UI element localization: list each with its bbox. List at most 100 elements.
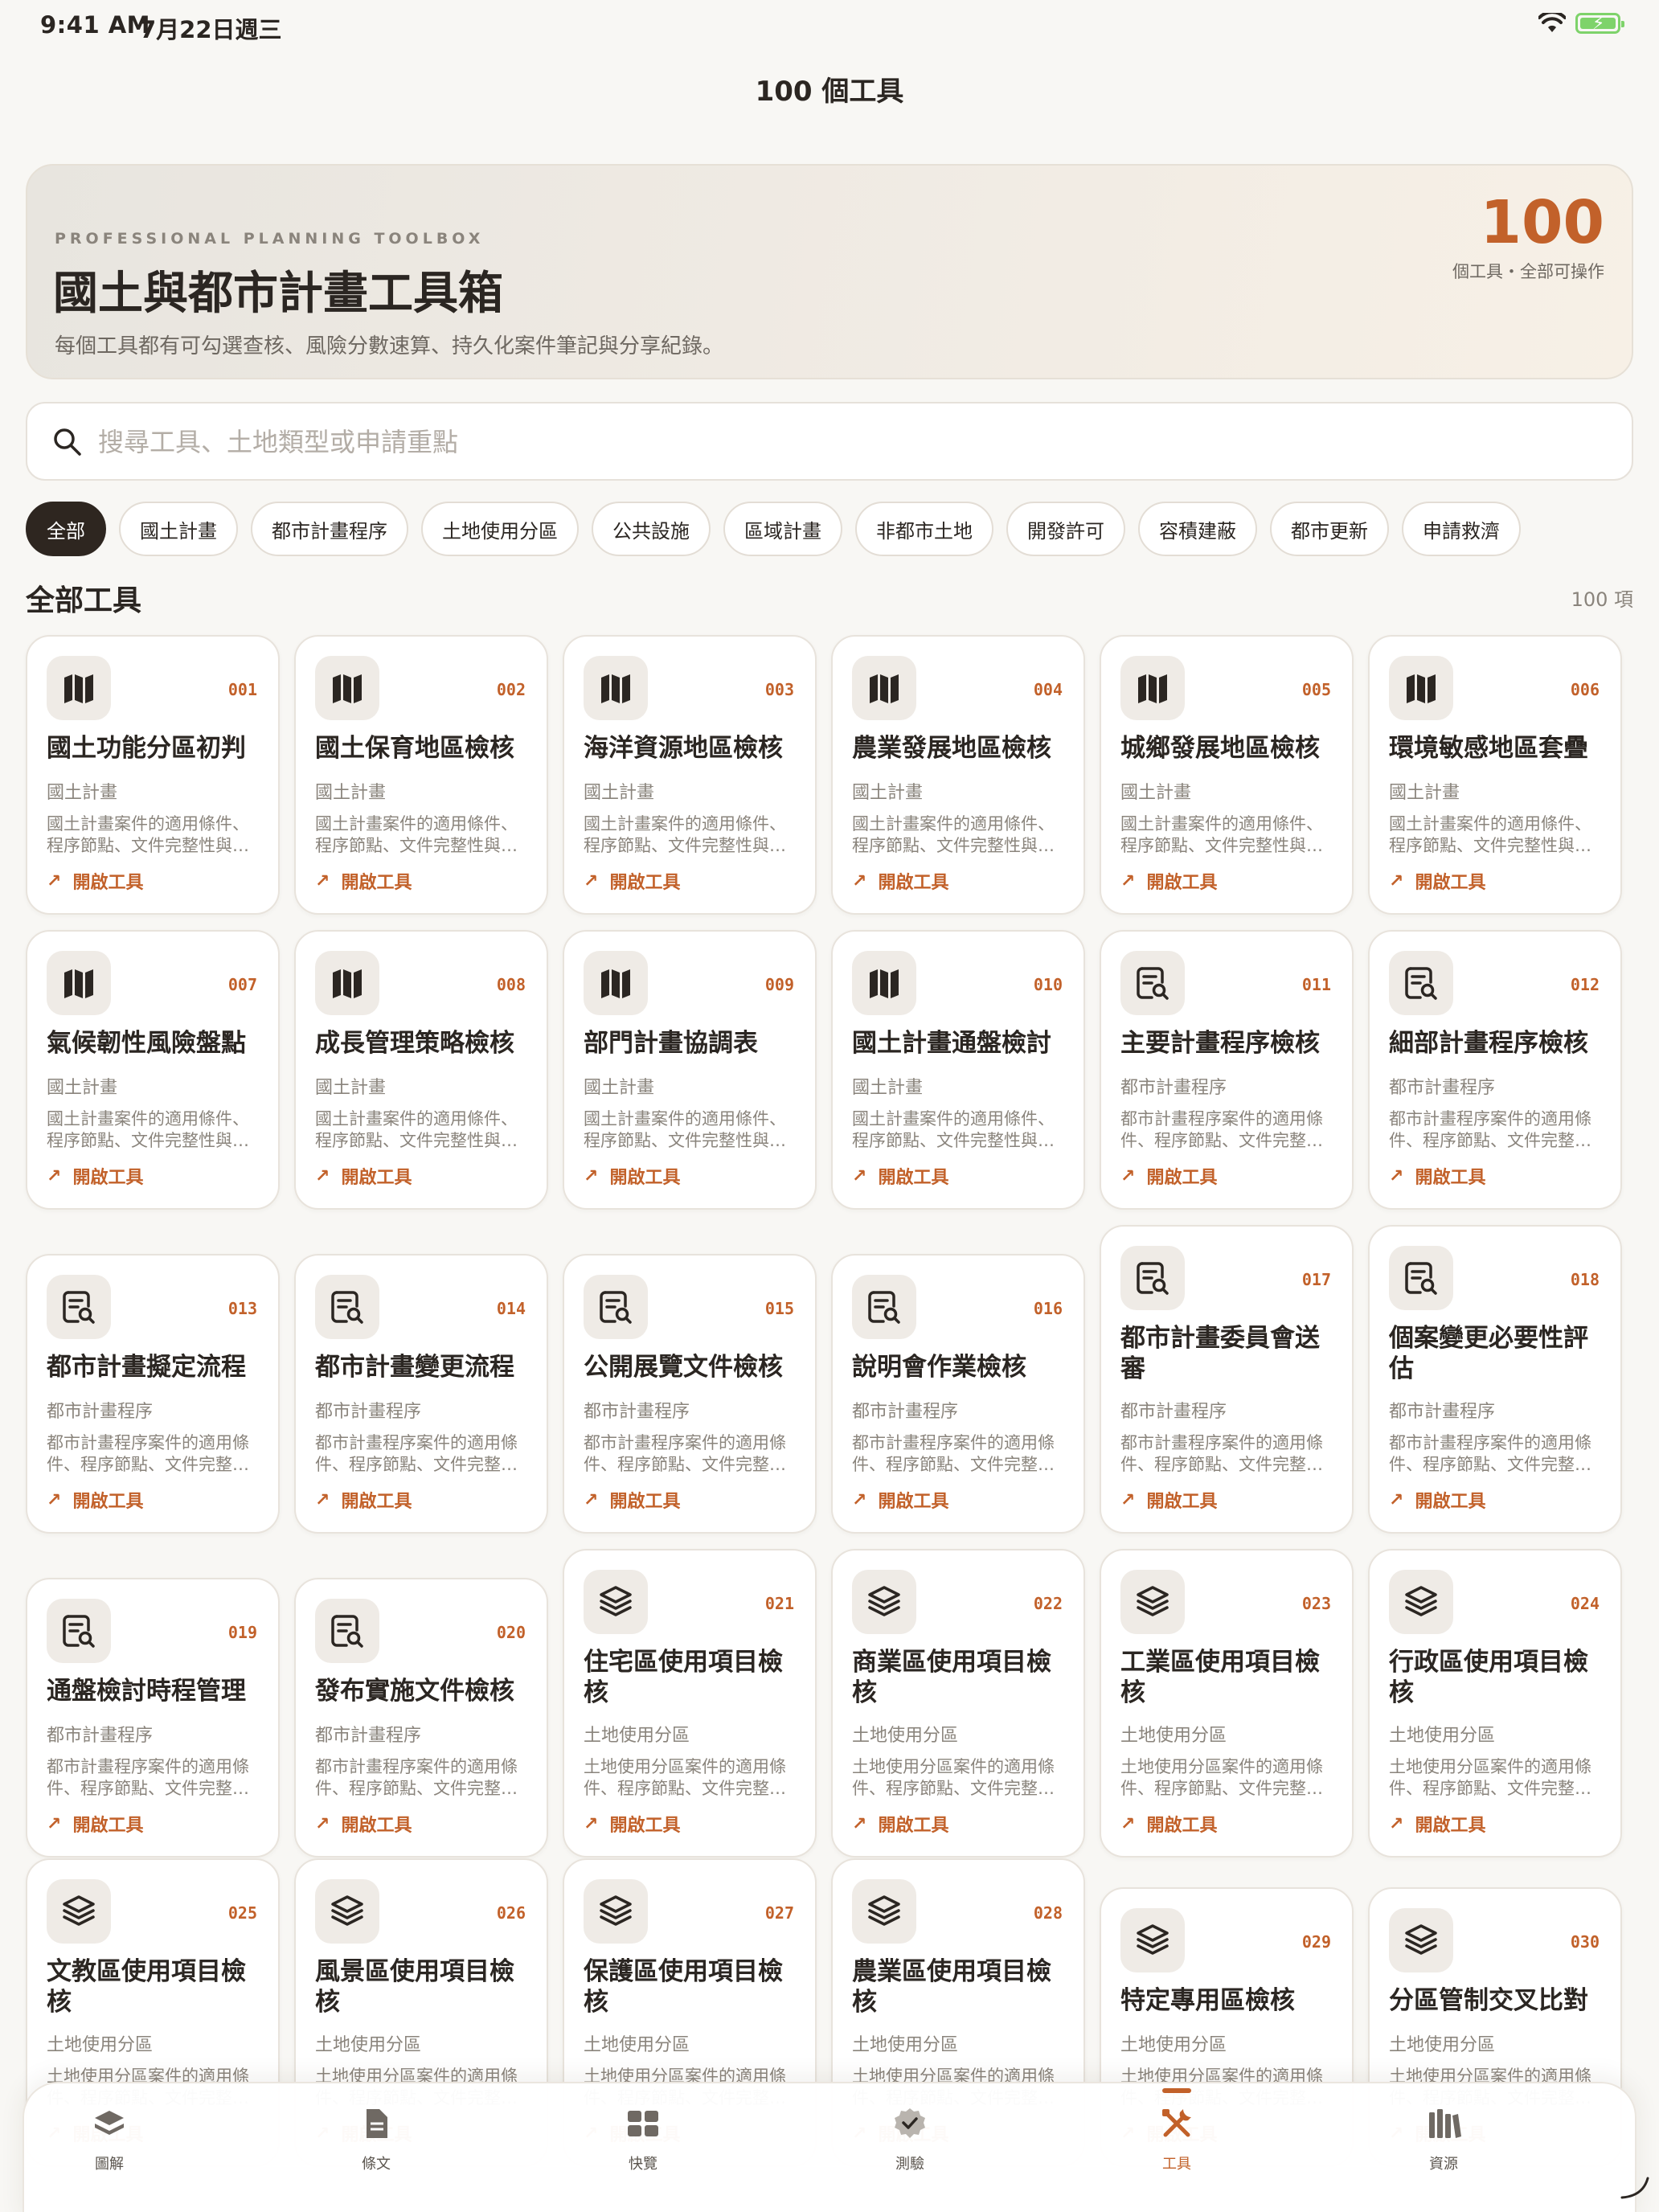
tool-description: 土地使用分區案件的適用條件、程序節點、文件完整… [1120, 1757, 1323, 1798]
filter-chip[interactable]: 區域計畫 [723, 502, 842, 556]
tool-card[interactable]: 007 氣候韌性風險盤點 國土計畫 國土計畫案件的適用條件、程序節點、文件完整性與… ↗… [26, 930, 280, 1210]
tool-card[interactable]: 019 通盤檢討時程管理 都市計畫程序 都市計畫程序案件的適用條件、程序節點、文件完整… [26, 1578, 280, 1858]
tool-card[interactable]: 012 細部計畫程序檢核 都市計畫程序 都市計畫程序案件的適用條件、程序節點、文件完整… [1368, 930, 1622, 1210]
doc-search-icon [584, 1275, 648, 1339]
status-bar: 9:41 AM 7月22日週三 ⚡ [0, 0, 1659, 51]
open-tool-link[interactable]: ↗ 開啟工具 [1389, 1811, 1485, 1837]
open-tool-link[interactable]: ↗ 開啟工具 [315, 1811, 412, 1837]
tool-card[interactable]: 023 工業區使用項目檢核 土地使用分區 土地使用分區案件的適用條件、程序節點、文件完… [1100, 1549, 1354, 1858]
open-tool-link[interactable]: ↗ 開啟工具 [47, 1811, 143, 1837]
arrow-up-right-icon: ↗ [315, 1165, 330, 1186]
open-tool-link[interactable]: ↗ 開啟工具 [852, 1811, 948, 1837]
open-tool-link[interactable]: ↗ 開啟工具 [315, 868, 412, 894]
map-icon [315, 656, 379, 720]
layers-icon [852, 1570, 916, 1634]
open-tool-link[interactable]: ↗ 開啟工具 [852, 868, 948, 894]
hero-subtitle: 每個工具都有可勾選查核、風險分數速算、持久化案件筆記與分享紀錄。 [55, 334, 724, 358]
tool-title: 部門計畫協調表 [584, 1029, 758, 1058]
tab-check-badge[interactable]: 測驗 [854, 2106, 966, 2173]
tool-card[interactable]: 014 都市計畫變更流程 都市計畫程序 都市計畫程序案件的適用條件、程序節點、文件完整… [294, 1254, 548, 1534]
open-tool-label: 開啟工具 [72, 1492, 144, 1512]
layers-icon [584, 1879, 648, 1944]
tab-books[interactable]: 資源 [1387, 2106, 1500, 2173]
filter-chip[interactable]: 都市更新 [1270, 502, 1389, 556]
open-tool-link[interactable]: ↗ 開啟工具 [852, 1163, 948, 1189]
open-tool-label: 開啟工具 [609, 873, 681, 893]
tab-stack[interactable]: 圖解 [53, 2106, 166, 2173]
tool-number: 028 [1033, 1903, 1063, 1923]
open-tool-link[interactable]: ↗ 開啟工具 [584, 868, 680, 894]
tool-card[interactable]: 003 海洋資源地區檢核 國土計畫 國土計畫案件的適用條件、程序節點、文件完整性與… ↗… [563, 635, 817, 915]
tab-document[interactable]: 條文 [320, 2106, 432, 2173]
open-tool-link[interactable]: ↗ 開啟工具 [47, 868, 143, 894]
tool-count-label: 個工具・全部可操作 [1452, 262, 1604, 281]
tool-description: 土地使用分區案件的適用條件、程序節點、文件完整… [1389, 1757, 1591, 1798]
tool-description: 國土計畫案件的適用條件、程序節點、文件完整性與… [47, 1109, 249, 1150]
filter-chip[interactable]: 全部 [26, 502, 106, 556]
tool-card[interactable]: 024 行政區使用項目檢核 土地使用分區 土地使用分區案件的適用條件、程序節點、文件完… [1368, 1549, 1622, 1858]
open-tool-link[interactable]: ↗ 開啟工具 [1120, 1487, 1217, 1513]
tool-category: 國土計畫 [584, 783, 655, 803]
search-input[interactable] [98, 421, 1609, 463]
tool-number: 027 [764, 1903, 794, 1923]
tool-category: 國土計畫 [47, 783, 118, 803]
arrow-up-right-icon: ↗ [584, 1489, 599, 1510]
tool-category: 土地使用分區 [584, 1726, 690, 1746]
tool-card[interactable]: 002 國土保育地區檢核 國土計畫 國土計畫案件的適用條件、程序節點、文件完整性與… ↗… [294, 635, 548, 915]
tool-card[interactable]: 013 都市計畫擬定流程 都市計畫程序 都市計畫程序案件的適用條件、程序節點、文件完整… [26, 1254, 280, 1534]
tool-card[interactable]: 004 農業發展地區檢核 國土計畫 國土計畫案件的適用條件、程序節點、文件完整性與… ↗… [831, 635, 1085, 915]
open-tool-link[interactable]: ↗ 開啟工具 [1389, 1487, 1485, 1513]
open-tool-link[interactable]: ↗ 開啟工具 [1120, 1163, 1217, 1189]
tool-number: 008 [496, 975, 526, 994]
map-icon [315, 951, 379, 1015]
open-tool-link[interactable]: ↗ 開啟工具 [1120, 1811, 1217, 1837]
open-tool-link[interactable]: ↗ 開啟工具 [1120, 868, 1217, 894]
tool-description: 都市計畫程序案件的適用條件、程序節點、文件完整… [47, 1433, 249, 1474]
open-tool-link[interactable]: ↗ 開啟工具 [1389, 868, 1485, 894]
tool-card[interactable]: 020 發布實施文件檢核 都市計畫程序 都市計畫程序案件的適用條件、程序節點、文件完整… [294, 1578, 548, 1858]
tool-description: 土地使用分區案件的適用條件、程序節點、文件完整… [584, 1757, 786, 1798]
filter-chip[interactable]: 土地使用分區 [421, 502, 579, 556]
open-tool-link[interactable]: ↗ 開啟工具 [852, 1487, 948, 1513]
filter-chip[interactable]: 申請救濟 [1402, 502, 1521, 556]
tool-card[interactable]: 006 環境敏感地區套疊 國土計畫 國土計畫案件的適用條件、程序節點、文件完整性與… ↗… [1368, 635, 1622, 915]
tool-card[interactable]: 018 個案變更必要性評估 都市計畫程序 都市計畫程序案件的適用條件、程序節點、文件完… [1368, 1225, 1622, 1534]
filter-chip[interactable]: 國土計畫 [119, 502, 238, 556]
tab-grid[interactable]: 快覽 [587, 2106, 699, 2173]
tool-description: 國土計畫案件的適用條件、程序節點、文件完整性與… [1120, 814, 1323, 855]
open-tool-link[interactable]: ↗ 開啟工具 [1389, 1163, 1485, 1189]
tool-card[interactable]: 001 國土功能分區初判 國土計畫 國土計畫案件的適用條件、程序節點、文件完整性與… ↗… [26, 635, 280, 915]
open-tool-link[interactable]: ↗ 開啟工具 [584, 1811, 680, 1837]
tool-card[interactable]: 005 城鄉發展地區檢核 國土計畫 國土計畫案件的適用條件、程序節點、文件完整性與… ↗… [1100, 635, 1354, 915]
open-tool-link[interactable]: ↗ 開啟工具 [315, 1487, 412, 1513]
tool-card[interactable]: 010 國土計畫通盤檢討 國土計畫 國土計畫案件的適用條件、程序節點、文件完整性與… ↗… [831, 930, 1085, 1210]
arrow-up-right-icon: ↗ [47, 1165, 62, 1186]
filter-chip[interactable]: 開發許可 [1006, 502, 1125, 556]
tool-title: 國土計畫通盤檢討 [852, 1029, 1051, 1058]
filter-chip[interactable]: 容積建蔽 [1138, 502, 1257, 556]
tool-card[interactable]: 017 都市計畫委員會送審 都市計畫程序 都市計畫程序案件的適用條件、程序節點、文件完… [1100, 1225, 1354, 1534]
tool-card[interactable]: 011 主要計畫程序檢核 都市計畫程序 都市計畫程序案件的適用條件、程序節點、文件完整… [1100, 930, 1354, 1210]
tool-card[interactable]: 015 公開展覽文件檢核 都市計畫程序 都市計畫程序案件的適用條件、程序節點、文件完整… [563, 1254, 817, 1534]
tool-card[interactable]: 021 住宅區使用項目檢核 土地使用分區 土地使用分區案件的適用條件、程序節點、文件完… [563, 1549, 817, 1858]
tab-label: 條文 [362, 2156, 391, 2173]
filter-chip[interactable]: 都市計畫程序 [251, 502, 408, 556]
filter-chip[interactable]: 非都市土地 [855, 502, 993, 556]
open-tool-link[interactable]: ↗ 開啟工具 [47, 1487, 143, 1513]
search-bar[interactable] [26, 402, 1633, 481]
open-tool-label: 開啟工具 [1415, 873, 1486, 893]
open-tool-link[interactable]: ↗ 開啟工具 [584, 1487, 680, 1513]
tool-card[interactable]: 022 商業區使用項目檢核 土地使用分區 土地使用分區案件的適用條件、程序節點、文件完… [831, 1549, 1085, 1858]
tool-card[interactable]: 008 成長管理策略檢核 國土計畫 國土計畫案件的適用條件、程序節點、文件完整性與… ↗… [294, 930, 548, 1210]
open-tool-link[interactable]: ↗ 開啟工具 [584, 1163, 680, 1189]
tool-card[interactable]: 009 部門計畫協調表 國土計畫 國土計畫案件的適用條件、程序節點、文件完整性與… ↗ 開… [563, 930, 817, 1210]
tool-card[interactable]: 016 說明會作業檢核 都市計畫程序 都市計畫程序案件的適用條件、程序節點、文件完整…… [831, 1254, 1085, 1534]
open-tool-link[interactable]: ↗ 開啟工具 [315, 1163, 412, 1189]
tool-description: 都市計畫程序案件的適用條件、程序節點、文件完整… [852, 1433, 1055, 1474]
tab-tools[interactable]: 工具 [1120, 2088, 1233, 2173]
open-tool-link[interactable]: ↗ 開啟工具 [47, 1163, 143, 1189]
filter-chip[interactable]: 公共設施 [592, 502, 711, 556]
tool-category: 土地使用分區 [1389, 2035, 1496, 2055]
tool-title: 通盤檢討時程管理 [47, 1677, 246, 1706]
tool-title: 說明會作業檢核 [852, 1353, 1026, 1382]
